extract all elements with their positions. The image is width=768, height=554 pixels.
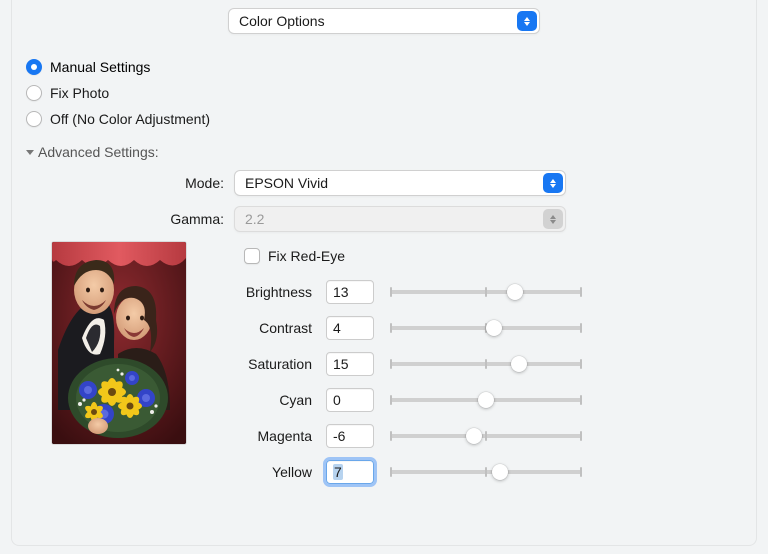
saturation-input[interactable]: 15 [326,352,374,376]
brightness-input[interactable]: 13 [326,280,374,304]
radio-manual-settings[interactable]: Manual Settings [26,54,756,80]
contrast-row: Contrast 4 [200,316,756,340]
slider-thumb[interactable] [478,392,494,408]
contrast-label: Contrast [200,320,316,336]
fix-red-eye-label: Fix Red-Eye [268,248,345,264]
color-mode-radios: Manual Settings Fix Photo Off (No Color … [12,50,756,144]
magenta-row: Magenta -6 [200,424,756,448]
updown-icon [543,209,563,229]
radio-icon [26,85,42,101]
contrast-slider[interactable] [384,316,588,340]
radio-icon [26,111,42,127]
preview-image [52,242,186,444]
gamma-label: Gamma: [12,211,234,227]
radio-fix-photo[interactable]: Fix Photo [26,80,756,106]
sliders-group: Brightness 13 Contrast 4 [200,280,756,484]
saturation-row: Saturation 15 [200,352,756,376]
updown-icon [543,173,563,193]
magenta-input[interactable]: -6 [326,424,374,448]
radio-label: Off (No Color Adjustment) [50,111,210,127]
radio-label: Manual Settings [50,59,150,75]
radio-off-no-adjustment[interactable]: Off (No Color Adjustment) [26,106,756,132]
brightness-value: 13 [333,284,349,300]
fix-red-eye-checkbox[interactable]: Fix Red-Eye [244,242,756,270]
saturation-label: Saturation [200,356,316,372]
cyan-row: Cyan 0 [200,388,756,412]
mode-select-value: EPSON Vivid [245,175,328,191]
yellow-input[interactable]: 7 [326,460,374,484]
lower-section: Fix Red-Eye Brightness 13 [12,242,756,484]
section-select[interactable]: Color Options [228,8,540,34]
magenta-slider[interactable] [384,424,588,448]
yellow-row: Yellow 7 [200,460,756,484]
saturation-value: 15 [333,356,349,372]
radio-icon [26,59,42,75]
contrast-value: 4 [333,320,341,336]
cyan-slider[interactable] [384,388,588,412]
top-select-row: Color Options [12,8,756,34]
saturation-slider[interactable] [384,352,588,376]
advanced-settings-label: Advanced Settings: [38,144,159,160]
updown-icon [517,11,537,31]
color-options-panel: Color Options Manual Settings Fix Photo … [11,0,757,546]
cyan-value: 0 [333,392,341,408]
magenta-value: -6 [333,428,345,444]
adjustments-column: Fix Red-Eye Brightness 13 [200,242,756,484]
advanced-form: Mode: EPSON Vivid Gamma: 2.2 [12,170,756,232]
gamma-select: 2.2 [234,206,566,232]
chevron-down-icon [26,150,34,155]
yellow-value: 7 [333,464,343,480]
magenta-label: Magenta [200,428,316,444]
advanced-settings-disclosure[interactable]: Advanced Settings: [12,144,756,160]
brightness-slider[interactable] [384,280,588,304]
cyan-label: Cyan [200,392,316,408]
slider-thumb[interactable] [511,356,527,372]
mode-select[interactable]: EPSON Vivid [234,170,566,196]
radio-label: Fix Photo [50,85,109,101]
slider-thumb[interactable] [466,428,482,444]
slider-thumb[interactable] [486,320,502,336]
slider-thumb[interactable] [507,284,523,300]
cyan-input[interactable]: 0 [326,388,374,412]
mode-label: Mode: [12,175,234,191]
gamma-select-value: 2.2 [245,211,264,227]
contrast-input[interactable]: 4 [326,316,374,340]
checkbox-icon [244,248,260,264]
yellow-slider[interactable] [384,460,588,484]
brightness-row: Brightness 13 [200,280,756,304]
slider-thumb[interactable] [492,464,508,480]
brightness-label: Brightness [200,284,316,300]
yellow-label: Yellow [200,464,316,480]
section-select-value: Color Options [239,13,325,29]
